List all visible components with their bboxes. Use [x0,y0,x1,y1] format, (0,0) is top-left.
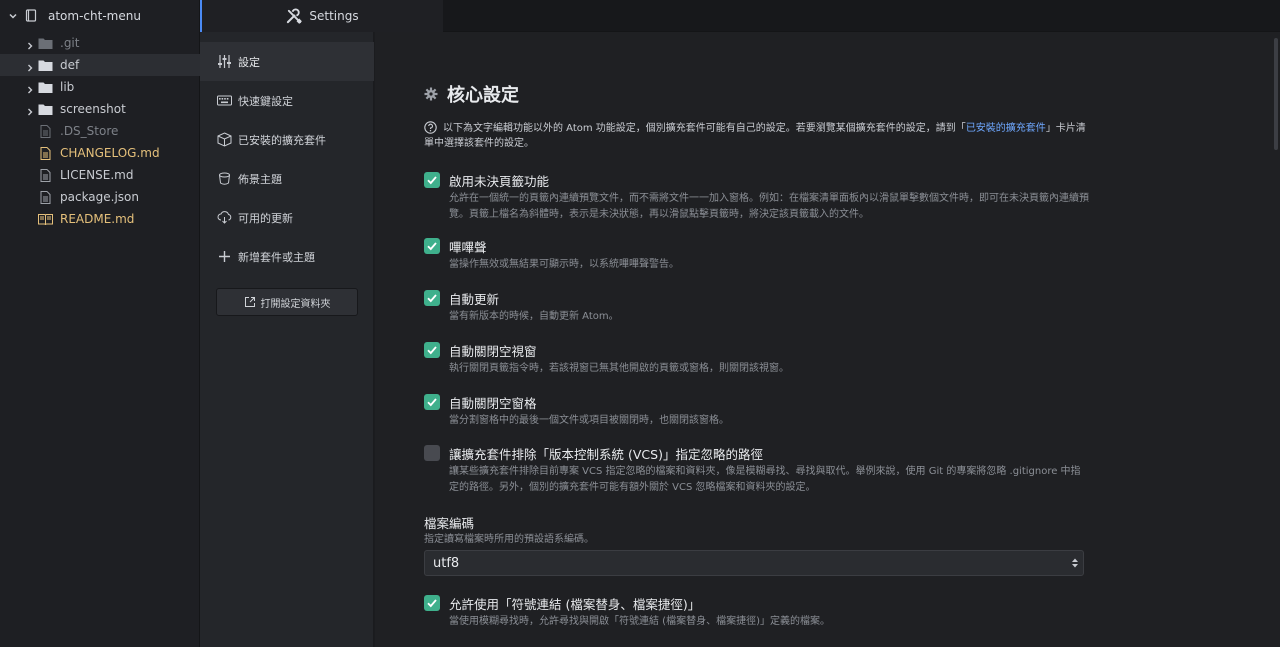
tree-item-label: .git [60,36,80,50]
tree-view: atom-cht-menu .git def lib screenshot .DS_St… [0,0,200,647]
checkbox[interactable] [424,290,440,306]
section-title-text: 核心設定 [447,85,519,106]
settings-menu-item-keybindings[interactable]: 快速鍵設定 [200,81,374,120]
scrollbar[interactable] [1272,32,1280,647]
option-desc: 當分割窗格中的最後一個文件或項目被關閉時，也關閉該窗格。 [449,415,729,426]
tree-item[interactable]: LICENSE.md [0,164,200,186]
checkbox[interactable] [424,172,440,188]
section-title: 核心設定 [424,81,519,107]
tree-item-label: LICENSE.md [60,168,134,182]
folder-icon [38,59,53,72]
paintcan-icon [219,172,230,185]
plus-icon [219,251,230,262]
open-config-folder-button[interactable]: 打開設定資料夾 [216,288,358,316]
tree-item-label: lib [60,80,75,94]
settings-menu-label: 快速鍵設定 [238,94,293,108]
file-text-icon [38,146,53,160]
settings-menu-item-settings[interactable]: 設定 [200,42,374,81]
open-config-folder-label: 打開設定資料夾 [260,298,331,310]
tools-icon [287,7,303,24]
core-settings-intro: 以下為文字編輯功能以外的 Atom 功能設定，個別擴充套件可能有自己的設定。若要… [424,121,1094,151]
checkbox[interactable] [424,445,440,461]
option-title: 啟用未決頁籤功能 [449,174,550,189]
file-text-icon [38,190,53,204]
tab-settings[interactable]: Settings [200,0,443,32]
keyboard-icon [217,95,232,106]
tree-item[interactable]: screenshot [0,98,200,120]
file-text-icon [38,124,53,138]
option-title: 自動關閉空視窗 [449,344,537,359]
option-desc: 執行關閉頁籤指令時，若該視窗已無其他開啟的頁籤或窗格，則關閉該視窗。 [449,363,789,374]
intro-text: 以下為文字編輯功能以外的 Atom 功能設定，個別擴充套件可能有自己的設定。若要… [443,123,966,134]
tree-item-label: CHANGELOG.md [60,146,160,160]
folder-icon [38,81,53,94]
gear-icon [424,87,438,101]
installed-packages-link[interactable]: 已安裝的擴充套件 [966,123,1046,134]
checkbox[interactable] [424,342,440,358]
settings-menu-label: 佈景主題 [238,172,282,186]
tree-item[interactable]: README.md [0,208,200,230]
option-title: 允許使用「符號連結 (檔案替身、檔案捷徑)」 [449,597,701,612]
tab-bar-empty [443,0,1280,32]
cloud-download-icon [217,211,232,224]
tree-item[interactable]: lib [0,76,200,98]
tree-item-label: def [60,58,80,72]
settings-menu-label: 可用的更新 [238,211,293,225]
option-title: 自動更新 [449,292,500,307]
tree-item[interactable]: .DS_Store [0,120,200,142]
file-encoding-value: utf8 [433,556,460,571]
select-arrows-icon [1072,558,1078,568]
tab-bar: Settings [200,0,1280,32]
chevron-down-icon[interactable] [8,11,18,21]
tree-item[interactable]: CHANGELOG.md [0,142,200,164]
link-external-icon [244,297,255,307]
tree-item-label: README.md [60,212,135,226]
chevron-right-icon[interactable] [26,105,34,116]
checkbox[interactable] [424,394,440,410]
tree-item-label: package.json [60,190,140,204]
file-text-icon [38,168,53,182]
option-title: 自動關閉空窗格 [449,396,537,411]
option-title: 讓擴充套件排除「版本控制系統 (VCS)」指定忽略的路徑 [449,447,763,462]
settings-menu: 設定 快速鍵設定 已安裝的擴充套件 佈景主題 可用的更新 新增套件或主題 打開設… [200,32,374,647]
chevron-right-icon[interactable] [26,61,34,72]
checkbox[interactable] [424,238,440,254]
settings-menu-label: 新增套件或主題 [238,250,315,264]
check-icon [427,599,437,608]
tree-item[interactable]: .git [0,32,200,54]
tree-root[interactable]: atom-cht-menu [0,0,199,32]
tree-item-label: .DS_Store [60,124,119,138]
option-title: 嗶嗶聲 [449,240,487,255]
tab-settings-label: Settings [309,9,359,23]
tree-root-label: atom-cht-menu [48,9,141,23]
chevron-right-icon[interactable] [26,39,34,50]
settings-menu-item-packages[interactable]: 已安裝的擴充套件 [200,120,374,159]
option-desc: 讓某些擴充套件排除目前專案 VCS 指定忽略的檔案和資料夾，像是模糊尋找、尋找與… [449,466,1081,493]
settings-panel: 核心設定 以下為文字編輯功能以外的 Atom 功能設定，個別擴充套件可能有自己的… [375,32,1272,647]
chevron-right-icon[interactable] [26,83,34,94]
option-desc: 允許在一個統一的頁籤內連續預覽文件，而不需將文件一一加入窗格。例如：在檔案清單面… [449,193,1089,220]
sliders-icon [218,55,231,68]
tree-item[interactable]: def [0,54,200,76]
folder-icon [38,103,53,116]
book-icon [38,213,53,226]
tree-item[interactable]: package.json [0,186,200,208]
folder-icon [38,37,53,50]
settings-menu-item-themes[interactable]: 佈景主題 [200,159,374,198]
option-desc: 當操作無效或無結果可顯示時，以系統嗶嗶聲警告。 [449,259,679,270]
file-encoding-select[interactable]: utf8 [424,550,1084,576]
option-desc: 當使用模糊尋找時，允許尋找與開啟「符號連結 (檔案替身、檔案捷徑)」定義的檔案。 [449,616,830,627]
settings-menu-item-install[interactable]: 新增套件或主題 [200,237,374,276]
question-icon [424,121,437,134]
file-encoding-desc: 指定讀寫檔案時所用的預設語系編碼。 [424,534,594,545]
repo-icon [25,9,37,22]
settings-menu-item-updates[interactable]: 可用的更新 [200,198,374,237]
package-icon [217,132,232,147]
option-desc: 當有新版本的時候，自動更新 Atom。 [449,311,619,322]
scrollbar-thumb[interactable] [1274,38,1278,150]
settings-menu-label: 設定 [238,55,260,69]
checkbox[interactable] [424,595,440,611]
settings-menu-label: 已安裝的擴充套件 [238,133,326,147]
tree-item-label: screenshot [60,102,126,116]
